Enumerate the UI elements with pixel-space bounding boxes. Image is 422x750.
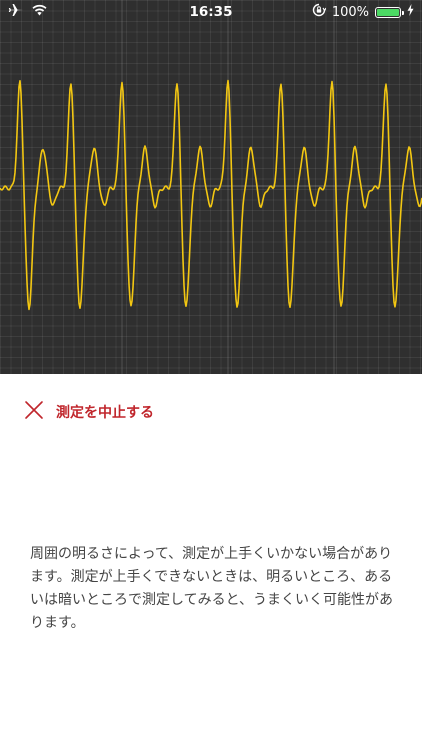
pulse-waveform-graph	[0, 0, 422, 374]
status-bar: 16:35 100%	[0, 0, 422, 24]
close-icon	[24, 400, 44, 424]
charging-icon	[407, 4, 414, 20]
battery-icon	[375, 6, 404, 18]
waveform-canvas	[0, 0, 422, 374]
stop-measurement-label: 測定を中止する	[56, 405, 154, 421]
stop-measurement-button[interactable]: 測定を中止する	[24, 400, 154, 424]
orientation-lock-icon	[312, 3, 327, 21]
battery-level	[377, 8, 399, 16]
battery-percent: 100%	[331, 4, 369, 20]
lighting-notice-text: 周囲の明るさによって、測定が上手くいかない場合があります。測定が上手くできないと…	[30, 546, 394, 631]
pulse-waveform-line	[0, 79, 422, 311]
